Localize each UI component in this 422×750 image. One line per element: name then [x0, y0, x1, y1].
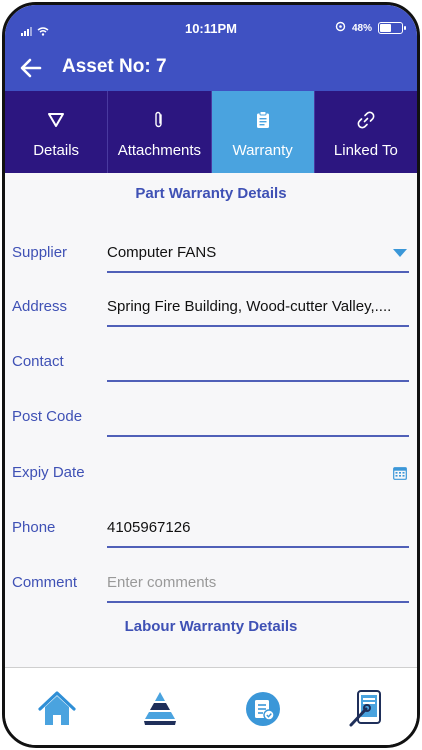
nav-assets-button[interactable]	[134, 690, 186, 732]
supplier-field[interactable]: Supplier Computer FANS	[5, 244, 417, 299]
tab-details[interactable]: Details	[5, 91, 109, 173]
alarm-icon	[335, 21, 346, 35]
field-label: Comment	[12, 574, 78, 591]
field-underline	[107, 601, 409, 603]
address-input[interactable]: Spring Fire Building, Wood-cutter Valley…	[107, 298, 407, 315]
battery-percent: 48%	[351, 22, 372, 34]
calendar-icon[interactable]	[393, 466, 407, 485]
field-label: Supplier	[12, 244, 68, 261]
field-label: Post Code	[12, 408, 83, 425]
post-code-field[interactable]: Post Code	[5, 408, 417, 463]
tab-linked-to[interactable]: Linked To	[315, 91, 417, 173]
phone-input[interactable]: 4105967126	[107, 519, 407, 536]
warranty-form: Supplier Computer FANS Address Spring Fi…	[5, 215, 417, 647]
back-arrow-icon[interactable]	[19, 57, 43, 84]
phone-field[interactable]: Phone 4105967126	[5, 519, 417, 574]
triangle-down-outline-icon	[47, 111, 65, 129]
nav-home-button[interactable]	[31, 690, 83, 732]
part-warranty-title: Part Warranty Details	[135, 185, 287, 202]
field-underline	[107, 435, 409, 437]
field-underline	[107, 546, 409, 548]
tab-label: Details	[33, 142, 80, 159]
status-bar: 10:11PM 48%	[5, 5, 417, 45]
field-label: Phone	[12, 519, 56, 536]
expiry-date-field[interactable]: Expiy Date	[5, 464, 417, 519]
field-label: Contact	[12, 353, 64, 370]
tab-label: Linked To	[333, 142, 398, 159]
labour-warranty-title: Labour Warranty Details	[124, 618, 298, 635]
field-underline	[107, 271, 409, 273]
nav-checklist-button[interactable]	[237, 690, 289, 732]
tab-label: Attachments	[117, 142, 202, 159]
clipboard-icon	[256, 111, 270, 129]
dropdown-arrow-icon[interactable]	[393, 249, 407, 257]
tab-bar: Details Attachments Warranty Linked To	[5, 91, 417, 173]
tab-warranty[interactable]: Warranty	[211, 91, 315, 173]
nav-tools-button[interactable]	[340, 689, 392, 733]
supplier-select[interactable]: Computer FANS	[107, 244, 407, 261]
battery-icon	[378, 22, 406, 34]
paperclip-icon	[153, 111, 165, 129]
comment-input[interactable]: Enter comments	[107, 574, 407, 591]
link-icon	[357, 111, 375, 129]
layers-pyramid-icon	[142, 691, 178, 732]
field-label: Expiy Date	[12, 464, 85, 481]
field-underline	[107, 325, 409, 327]
phone-frame: 10:11PM 48% Asset No: 7 Details Attachme…	[2, 2, 420, 748]
checklist-icon	[245, 691, 281, 732]
field-underline	[107, 380, 409, 382]
contact-field[interactable]: Contact	[5, 353, 417, 408]
tablet-tools-icon	[348, 689, 384, 733]
home-icon	[37, 690, 77, 733]
tab-label: Warranty	[232, 142, 293, 159]
tab-attachments[interactable]: Attachments	[108, 91, 212, 173]
bottom-nav	[5, 668, 417, 745]
address-field[interactable]: Address Spring Fire Building, Wood-cutte…	[5, 298, 417, 353]
field-label: Address	[12, 298, 68, 315]
app-bar: Asset No: 7	[5, 45, 417, 91]
page-title: Asset No: 7	[62, 56, 167, 77]
